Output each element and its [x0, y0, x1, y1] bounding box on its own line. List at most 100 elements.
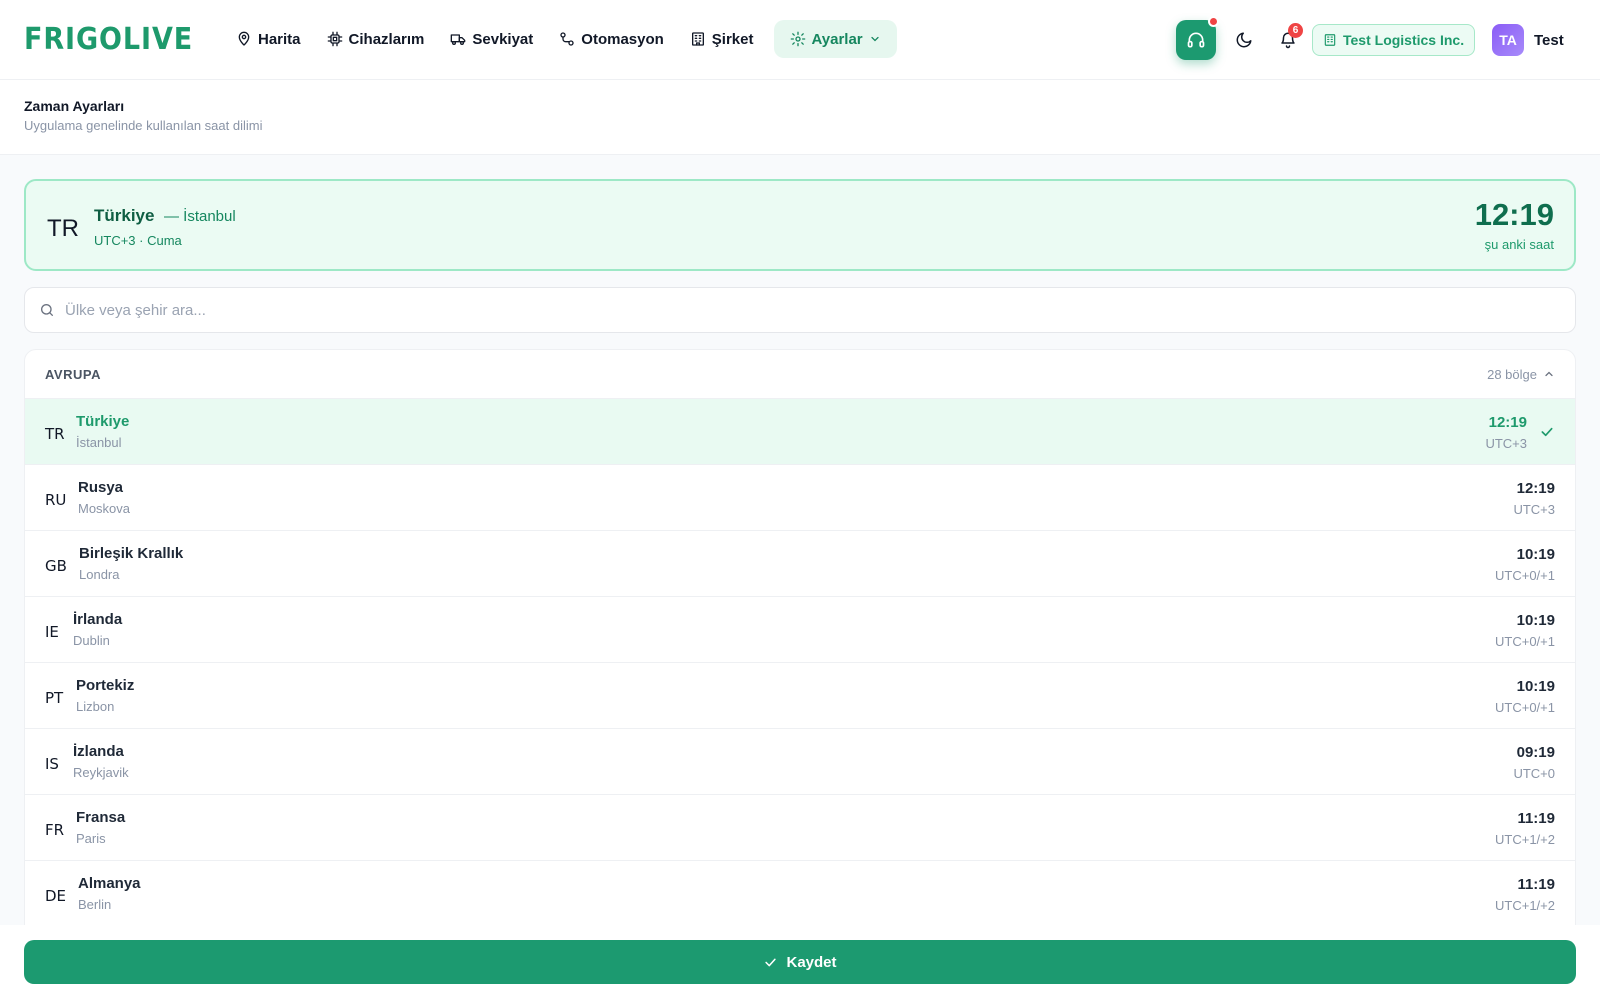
local-time: 11:19: [1517, 810, 1555, 827]
nav-item-label: Harita: [258, 30, 301, 48]
local-time: 12:19: [1488, 414, 1527, 431]
save-button[interactable]: Kaydet: [24, 940, 1576, 984]
map-pin-icon: [238, 31, 250, 46]
check-icon: [1541, 427, 1553, 437]
nav-item-label: Şirket: [711, 30, 754, 48]
city-name: Dublin: [73, 633, 110, 648]
local-time: 10:19: [1516, 678, 1555, 695]
nav-item-label: Otomasyon: [581, 30, 664, 48]
utc-offset: UTC+1/+2: [1495, 832, 1555, 847]
current-timezone-card: TR Türkiye — İstanbul UTC+3 · Cuma 12:19…: [24, 179, 1576, 271]
nav-item-cihazlarim[interactable]: Cihazlarım: [317, 20, 435, 58]
region-count-label: 28 bölge: [1487, 366, 1537, 382]
country-name: Fransa: [76, 809, 126, 826]
timezone-row-ru[interactable]: RU Rusya Moskova 12:19 UTC+3: [25, 464, 1575, 530]
support-button[interactable]: [1176, 16, 1219, 60]
nav-item-label: Ayarlar: [811, 30, 863, 48]
workflow-icon: [560, 32, 574, 46]
country-name: Türkiye: [76, 413, 130, 430]
truck-icon: [451, 34, 466, 45]
timezone-row-de[interactable]: DE Almanya Berlin 11:19 UTC+1/+2: [25, 860, 1575, 926]
gear-icon: [790, 31, 805, 47]
country-code: TR: [45, 425, 65, 443]
save-bar: Kaydet: [0, 925, 1600, 1000]
local-time: 11:19: [1517, 876, 1555, 893]
city-name: Reykjavik: [73, 765, 129, 780]
building-icon: [1324, 34, 1336, 46]
notifications-badge: 6: [1288, 23, 1303, 38]
current-city: — İstanbul: [164, 208, 236, 225]
company-name: Test Logistics Inc.: [1343, 32, 1465, 48]
main-nav: Harita Cihazlarım Sevkiyat Otomasyon Şir…: [226, 20, 897, 58]
nav-item-sirket[interactable]: Şirket: [680, 20, 764, 58]
city-name: Londra: [79, 567, 120, 582]
timezone-row-fr[interactable]: FR Fransa Paris 11:19 UTC+1/+2: [25, 794, 1575, 860]
nav-item-harita[interactable]: Harita: [226, 20, 311, 58]
check-icon: [765, 958, 777, 966]
country-code: DE: [45, 887, 67, 905]
timezone-row-tr[interactable]: TR Türkiye İstanbul 12:19 UTC+3: [25, 398, 1575, 464]
nav-item-label: Sevkiyat: [472, 30, 534, 48]
city-name: Moskova: [78, 501, 131, 516]
support-status-dot: [1208, 16, 1219, 27]
current-time-label: şu anki saat: [1484, 237, 1554, 252]
top-navbar: FRIGOLIVE Harita Cihazlarım Sevkiyat Oto…: [0, 0, 1600, 80]
country-name: Rusya: [78, 479, 124, 496]
company-selector[interactable]: Test Logistics Inc.: [1312, 24, 1476, 56]
region-count: 28 bölge: [1487, 367, 1555, 382]
country-name: İzlanda: [73, 743, 124, 760]
nav-item-label: Cihazlarım: [348, 30, 425, 48]
local-time: 09:19: [1516, 744, 1555, 761]
city-name: Paris: [76, 831, 106, 846]
country-code: PT: [45, 689, 64, 707]
save-button-label: Kaydet: [786, 953, 837, 971]
search-box: [24, 287, 1576, 333]
search-input[interactable]: [65, 301, 1545, 319]
timezone-row-ie[interactable]: IE İrlanda Dublin 10:19 UTC+0/+1: [25, 596, 1575, 662]
brand-logo-text: FRIGOLIVE: [24, 22, 194, 57]
page-header: Zaman Ayarları Uygulama genelinde kullan…: [0, 80, 1600, 155]
utc-offset: UTC+0/+1: [1495, 568, 1555, 583]
local-time: 10:19: [1516, 546, 1555, 563]
utc-offset: UTC+0: [1513, 766, 1555, 781]
country-name: İrlanda: [73, 611, 123, 628]
country-code: GB: [45, 557, 67, 575]
nav-item-sevkiyat[interactable]: Sevkiyat: [440, 20, 543, 58]
nav-item-otomasyon[interactable]: Otomasyon: [549, 20, 674, 58]
current-time: 12:19: [1474, 197, 1554, 232]
current-utc-day: UTC+3 · Cuma: [94, 233, 182, 248]
chip-icon: [327, 31, 342, 47]
notifications-button[interactable]: 6: [1276, 23, 1303, 52]
city-name: Berlin: [78, 897, 112, 912]
timezone-row-is[interactable]: IS İzlanda Reykjavik 09:19 UTC+0: [25, 728, 1575, 794]
utc-offset: UTC+3: [1485, 436, 1527, 451]
utc-offset: UTC+0/+1: [1495, 700, 1555, 715]
country-code: RU: [45, 491, 67, 509]
theme-toggle-button[interactable]: [1232, 28, 1256, 52]
region-panel: AVRUPA 28 bölge TR Türkiye İstanbul 12:1…: [24, 349, 1576, 949]
country-name: Birleşik Krallık: [79, 545, 184, 562]
user-name: Test: [1534, 31, 1564, 49]
chevron-down-icon: [871, 36, 879, 42]
utc-offset: UTC+3: [1513, 502, 1555, 517]
nav-item-ayarlar[interactable]: Ayarlar: [773, 20, 897, 58]
brand-logo[interactable]: FRIGOLIVE: [24, 22, 212, 57]
local-time: 10:19: [1516, 612, 1555, 629]
current-country-code: TR: [47, 215, 79, 242]
country-code: FR: [45, 821, 65, 839]
utc-offset: UTC+1/+2: [1495, 898, 1555, 913]
search-icon: [41, 304, 53, 316]
region-name: AVRUPA: [45, 366, 101, 382]
moon-icon: [1236, 32, 1252, 48]
region-header-toggle[interactable]: AVRUPA 28 bölge: [25, 350, 1575, 398]
headset-icon: [1187, 32, 1205, 48]
local-time: 12:19: [1516, 480, 1555, 497]
country-name: Almanya: [78, 875, 141, 892]
page-title: Zaman Ayarları: [24, 98, 125, 114]
timezone-row-gb[interactable]: GB Birleşik Krallık Londra 10:19 UTC+0/+…: [25, 530, 1575, 596]
timezone-row-pt[interactable]: PT Portekiz Lizbon 10:19 UTC+0/+1: [25, 662, 1575, 728]
city-name: İstanbul: [76, 435, 122, 450]
utc-offset: UTC+0/+1: [1495, 634, 1555, 649]
user-menu[interactable]: TA Test: [1492, 24, 1564, 56]
chevron-up-icon: [1545, 371, 1553, 377]
